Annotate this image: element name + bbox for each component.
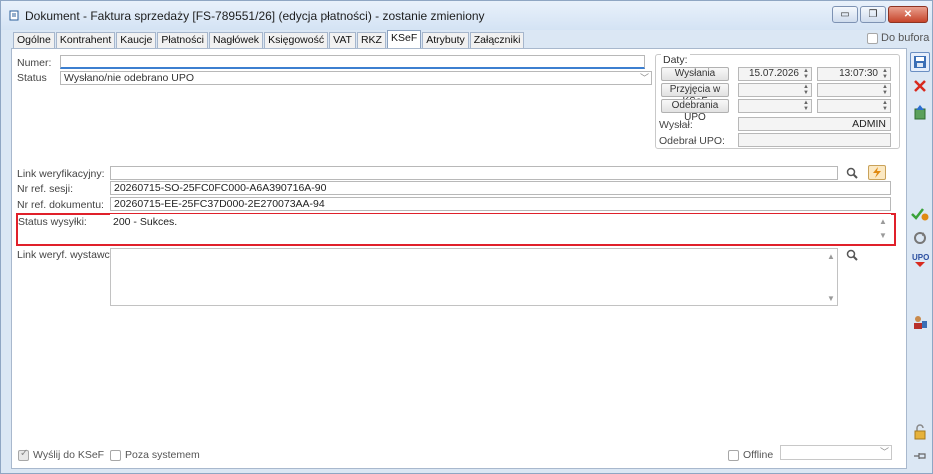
tab-rkz[interactable]: RKZ bbox=[356, 32, 386, 48]
tab-atrybuty[interactable]: Atrybuty bbox=[422, 32, 469, 48]
refresh-ksef-icon[interactable] bbox=[910, 228, 930, 248]
spin-arrows-icon[interactable]: ▲ ▼ bbox=[802, 100, 810, 112]
chevron-down-icon: ﹀ bbox=[879, 447, 889, 457]
wyslij-label: Wyślij do KSeF bbox=[33, 449, 105, 461]
nr-ref-sesji-label: Nr ref. sesji: bbox=[17, 183, 74, 195]
approve-icon[interactable] bbox=[910, 204, 930, 224]
tab-ksiegowosc[interactable]: Księgowość bbox=[264, 32, 329, 48]
status-label: Status bbox=[17, 72, 47, 84]
svg-text:UPO: UPO bbox=[912, 253, 929, 262]
upo-icon[interactable]: UPO bbox=[910, 250, 930, 270]
chevron-down-icon: ﹀ bbox=[639, 73, 649, 83]
do-bufora-box[interactable] bbox=[867, 32, 878, 44]
przyjecia-button[interactable]: Przyjęcia w KSeF bbox=[661, 83, 729, 107]
odebral-label: Odebrał UPO: bbox=[659, 135, 725, 147]
wyslij-checkbox[interactable]: Wyślij do KSeF bbox=[18, 448, 105, 461]
poza-systemem-label: Poza systemem bbox=[125, 449, 200, 461]
do-bufora-label: Do bufora bbox=[881, 32, 930, 44]
restore-button[interactable]: ❐ bbox=[860, 6, 886, 23]
link-weryf-wyst-field[interactable] bbox=[110, 248, 838, 306]
spin-arrows-icon[interactable]: ▲ ▼ bbox=[802, 84, 810, 96]
wyslania-time: 13:07:30 bbox=[839, 68, 878, 79]
poza-systemem-checkbox[interactable]: Poza systemem bbox=[110, 449, 200, 461]
nr-ref-dok-label: Nr ref. dokumentu: bbox=[17, 199, 104, 211]
app-icon bbox=[7, 9, 21, 23]
close-button[interactable]: ✕ bbox=[888, 6, 928, 23]
document-window: Dokument - Faktura sprzedaży [FS-789551/… bbox=[0, 0, 933, 474]
numer-label: Numer: bbox=[17, 57, 52, 69]
nr-ref-dok-field[interactable]: 20260715-EE-25FC37D000-2E270073AA-94 bbox=[110, 197, 891, 211]
search-icon[interactable] bbox=[844, 248, 860, 262]
wyslania-time-field[interactable]: 13:07:30 ▲ ▼ bbox=[817, 67, 891, 81]
offline-checkbox[interactable]: Offline bbox=[728, 449, 773, 461]
tab-platnosci[interactable]: Płatności bbox=[157, 32, 208, 48]
status-combo[interactable]: Wysłano/nie odebrano UPO ﹀ bbox=[60, 71, 652, 85]
wyslania-date: 15.07.2026 bbox=[748, 68, 799, 79]
spin-arrows-icon[interactable]: ▲ ▼ bbox=[802, 68, 810, 80]
odebrania-date-field[interactable]: ▲ ▼ bbox=[738, 99, 812, 113]
pin-icon[interactable] bbox=[910, 446, 930, 466]
delete-icon[interactable] bbox=[910, 76, 930, 96]
scroll-down-icon[interactable]: ▼ bbox=[879, 231, 887, 240]
tab-bar: Ogólne Kontrahent Kaucje Płatności Nagłó… bbox=[13, 30, 525, 48]
przyjecia-date-field[interactable]: ▲ ▼ bbox=[738, 83, 812, 97]
wyslij-box[interactable] bbox=[18, 448, 29, 461]
tab-naglowek[interactable]: Nagłówek bbox=[208, 32, 264, 48]
spin-arrows-icon[interactable]: ▲ ▼ bbox=[881, 84, 889, 96]
wyslal-label: Wysłał: bbox=[659, 119, 693, 131]
tab-kaucje[interactable]: Kaucje bbox=[116, 32, 157, 48]
daty-group: Daty: Wysłania 15.07.2026 ▲ ▼ 13:07:30 ▲ ▼ P… bbox=[655, 54, 900, 149]
save-icon[interactable] bbox=[910, 52, 930, 72]
nr-ref-sesji-field[interactable]: 20260715-SO-25FC0FC000-A6A390716A-90 bbox=[110, 181, 891, 195]
daty-title: Daty: bbox=[661, 54, 690, 66]
status-wysylki-label: Status wysyłki: bbox=[18, 216, 87, 228]
right-toolbar: UPO bbox=[907, 48, 933, 469]
tab-vat[interactable]: VAT bbox=[329, 32, 356, 48]
tab-kontrahent[interactable]: Kontrahent bbox=[55, 32, 116, 48]
tab-ksef[interactable]: KSeF bbox=[386, 30, 422, 48]
scroll-down-icon[interactable]: ▼ bbox=[827, 294, 835, 303]
offline-label: Offline bbox=[743, 449, 774, 461]
export-icon[interactable] bbox=[910, 102, 930, 122]
offline-box[interactable] bbox=[728, 449, 739, 461]
tab-ogolne[interactable]: Ogólne bbox=[13, 32, 55, 48]
lock-icon[interactable] bbox=[910, 422, 930, 442]
ksef-panel: Numer: Status Wysłano/nie odebrano UPO ﹀… bbox=[11, 48, 907, 469]
do-bufora-checkbox[interactable]: Do bufora bbox=[867, 32, 929, 44]
przyjecia-time-field[interactable]: ▲ ▼ bbox=[817, 83, 891, 97]
odebrania-button[interactable]: Odebrania UPO bbox=[661, 99, 729, 123]
lightning-icon[interactable] bbox=[868, 165, 886, 180]
title-bar: Dokument - Faktura sprzedaży [FS-789551/… bbox=[1, 1, 932, 30]
spin-arrows-icon[interactable]: ▲ ▼ bbox=[881, 100, 889, 112]
status-value: Wysłano/nie odebrano UPO bbox=[64, 72, 195, 84]
window-title: Dokument - Faktura sprzedaży [FS-789551/… bbox=[25, 8, 485, 23]
wyslania-button[interactable]: Wysłania bbox=[661, 67, 729, 81]
search-icon[interactable] bbox=[844, 166, 860, 180]
offline-select[interactable]: ﹀ bbox=[780, 445, 892, 460]
numer-field[interactable] bbox=[60, 55, 645, 69]
link-weryf-label: Link weryfikacyjny: bbox=[17, 168, 105, 180]
minimize-button[interactable]: ▭ bbox=[832, 6, 858, 23]
link-weryf-field[interactable] bbox=[110, 166, 838, 180]
scroll-up-icon[interactable]: ▲ bbox=[827, 252, 835, 261]
wyslania-date-field[interactable]: 15.07.2026 ▲ ▼ bbox=[738, 67, 812, 81]
scroll-up-icon[interactable]: ▲ bbox=[879, 217, 887, 226]
tab-zalaczniki[interactable]: Załączniki bbox=[469, 32, 525, 48]
spin-arrows-icon[interactable]: ▲ ▼ bbox=[881, 68, 889, 80]
odebral-field bbox=[738, 133, 891, 147]
status-wysylki-field[interactable]: 200 - Sukces. bbox=[110, 214, 891, 243]
odebrania-time-field[interactable]: ▲ ▼ bbox=[817, 99, 891, 113]
contractor-icon[interactable] bbox=[910, 312, 930, 332]
wyslal-field: ADMIN bbox=[738, 117, 891, 131]
poza-systemem-box[interactable] bbox=[110, 449, 121, 461]
link-weryf-wyst-label: Link weryf. wystawcy: bbox=[17, 249, 118, 261]
